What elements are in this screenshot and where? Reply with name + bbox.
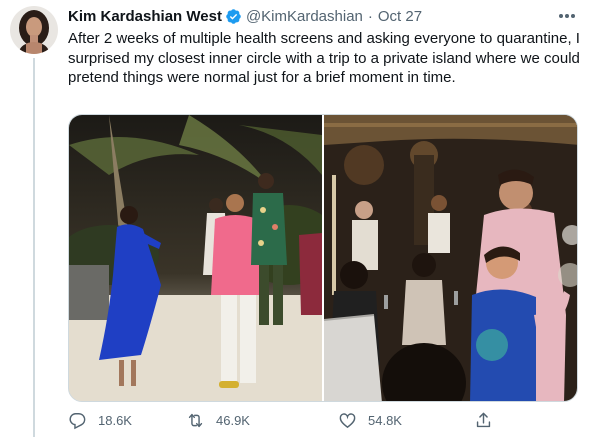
retweet-icon [186,411,205,430]
tweet-date[interactable]: Oct 27 [378,8,422,25]
tweet-media[interactable] [68,114,578,402]
share-icon [474,411,493,430]
retweet-button[interactable]: 46.9K [186,410,250,430]
heart-icon [338,411,357,430]
like-count: 54.8K [368,412,402,428]
avatar[interactable] [10,6,58,54]
photo-party-right[interactable] [324,115,577,401]
tweet-text: After 2 weeks of multiple health screens… [68,30,580,86]
verified-badge-icon [225,8,242,25]
user-handle[interactable]: @KimKardashian [246,8,363,25]
reply-icon [68,411,87,430]
reply-count: 18.6K [98,412,132,428]
dot-separator: · [367,7,373,25]
retweet-count: 46.9K [216,412,250,428]
more-horizontal-icon[interactable] [557,7,577,25]
display-name[interactable]: Kim Kardashian West [68,8,222,25]
like-button[interactable]: 54.8K [338,410,402,430]
thread-line [33,58,35,437]
tweet[interactable]: Kim Kardashian West @KimKardashian · Oct… [0,0,589,437]
tweet-header: Kim Kardashian West @KimKardashian · Oct… [68,6,422,26]
tweet-actions: 18.6K 46.9K 54.8K [68,410,508,430]
photo-party-left[interactable] [69,115,322,401]
share-button[interactable] [474,410,493,430]
reply-button[interactable]: 18.6K [68,410,132,430]
